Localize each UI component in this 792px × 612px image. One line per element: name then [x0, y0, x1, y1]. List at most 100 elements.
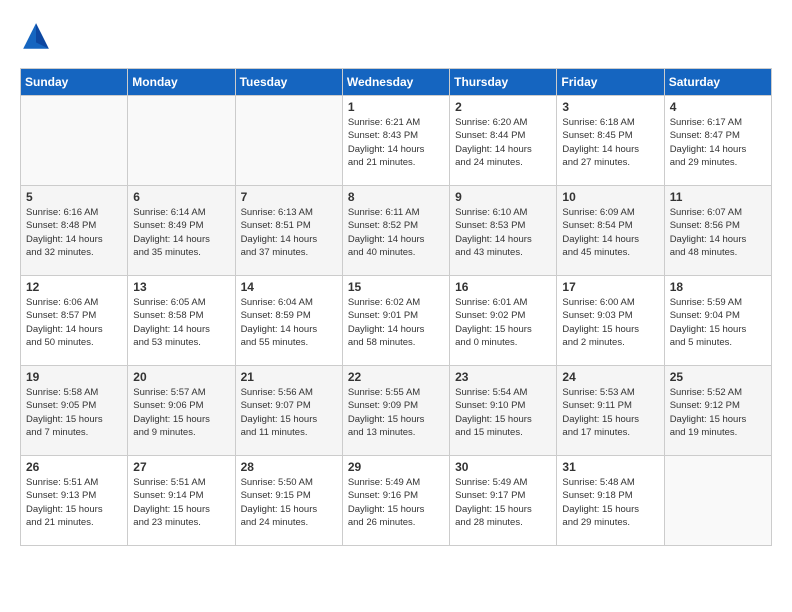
logo-icon [20, 20, 52, 52]
cell-content: Sunrise: 6:09 AM Sunset: 8:54 PM Dayligh… [562, 206, 658, 259]
calendar-cell: 4 Sunrise: 6:17 AM Sunset: 8:47 PM Daylig… [664, 96, 771, 186]
day-number: 11 [670, 190, 766, 204]
cell-content: Sunrise: 6:01 AM Sunset: 9:02 PM Dayligh… [455, 296, 551, 349]
calendar-cell: 2 Sunrise: 6:20 AM Sunset: 8:44 PM Daylig… [450, 96, 557, 186]
cell-content: Sunrise: 6:04 AM Sunset: 8:59 PM Dayligh… [241, 296, 337, 349]
calendar-cell: 14 Sunrise: 6:04 AM Sunset: 8:59 PM Dayli… [235, 276, 342, 366]
cell-content: Sunrise: 6:10 AM Sunset: 8:53 PM Dayligh… [455, 206, 551, 259]
calendar-cell: 16 Sunrise: 6:01 AM Sunset: 9:02 PM Dayli… [450, 276, 557, 366]
day-header-friday: Friday [557, 69, 664, 96]
day-number: 13 [133, 280, 229, 294]
cell-content: Sunrise: 6:13 AM Sunset: 8:51 PM Dayligh… [241, 206, 337, 259]
cell-content: Sunrise: 6:07 AM Sunset: 8:56 PM Dayligh… [670, 206, 766, 259]
day-number: 1 [348, 100, 444, 114]
cell-content: Sunrise: 5:54 AM Sunset: 9:10 PM Dayligh… [455, 386, 551, 439]
calendar-cell: 10 Sunrise: 6:09 AM Sunset: 8:54 PM Dayli… [557, 186, 664, 276]
day-number: 22 [348, 370, 444, 384]
cell-content: Sunrise: 6:18 AM Sunset: 8:45 PM Dayligh… [562, 116, 658, 169]
calendar-cell: 25Sunrise: 5:52 AM Sunset: 9:12 PM Dayli… [664, 366, 771, 456]
calendar-cell [21, 96, 128, 186]
calendar-cell: 18 Sunrise: 5:59 AM Sunset: 9:04 PM Dayli… [664, 276, 771, 366]
calendar-cell: 15Sunrise: 6:02 AM Sunset: 9:01 PM Dayli… [342, 276, 449, 366]
day-header-tuesday: Tuesday [235, 69, 342, 96]
calendar-cell: 23 Sunrise: 5:54 AM Sunset: 9:10 PM Dayli… [450, 366, 557, 456]
day-number: 20 [133, 370, 229, 384]
calendar-cell: 20 Sunrise: 5:57 AM Sunset: 9:06 PM Dayli… [128, 366, 235, 456]
calendar-cell: 6Sunrise: 6:14 AM Sunset: 8:49 PM Daylig… [128, 186, 235, 276]
day-header-sunday: Sunday [21, 69, 128, 96]
calendar-cell: 22Sunrise: 5:55 AM Sunset: 9:09 PM Dayli… [342, 366, 449, 456]
week-row-3: 12 Sunrise: 6:06 AM Sunset: 8:57 PM Dayli… [21, 276, 772, 366]
day-number: 4 [670, 100, 766, 114]
cell-content: Sunrise: 5:57 AM Sunset: 9:06 PM Dayligh… [133, 386, 229, 439]
calendar-cell: 21 Sunrise: 5:56 AM Sunset: 9:07 PM Dayli… [235, 366, 342, 456]
day-number: 7 [241, 190, 337, 204]
day-number: 10 [562, 190, 658, 204]
day-header-saturday: Saturday [664, 69, 771, 96]
cell-content: Sunrise: 5:58 AM Sunset: 9:05 PM Dayligh… [26, 386, 122, 439]
calendar-cell: 29Sunrise: 5:49 AM Sunset: 9:16 PM Dayli… [342, 456, 449, 546]
cell-content: Sunrise: 5:53 AM Sunset: 9:11 PM Dayligh… [562, 386, 658, 439]
day-number: 2 [455, 100, 551, 114]
cell-content: Sunrise: 5:52 AM Sunset: 9:12 PM Dayligh… [670, 386, 766, 439]
logo [20, 20, 56, 52]
calendar-cell: 17Sunrise: 6:00 AM Sunset: 9:03 PM Dayli… [557, 276, 664, 366]
day-number: 18 [670, 280, 766, 294]
cell-content: Sunrise: 5:50 AM Sunset: 9:15 PM Dayligh… [241, 476, 337, 529]
calendar-cell: 28 Sunrise: 5:50 AM Sunset: 9:15 PM Dayli… [235, 456, 342, 546]
calendar-cell: 27Sunrise: 5:51 AM Sunset: 9:14 PM Dayli… [128, 456, 235, 546]
cell-content: Sunrise: 5:59 AM Sunset: 9:04 PM Dayligh… [670, 296, 766, 349]
cell-content: Sunrise: 6:02 AM Sunset: 9:01 PM Dayligh… [348, 296, 444, 349]
calendar-cell: 12 Sunrise: 6:06 AM Sunset: 8:57 PM Dayli… [21, 276, 128, 366]
calendar-cell [235, 96, 342, 186]
cell-content: Sunrise: 6:11 AM Sunset: 8:52 PM Dayligh… [348, 206, 444, 259]
cell-content: Sunrise: 5:49 AM Sunset: 9:17 PM Dayligh… [455, 476, 551, 529]
day-number: 21 [241, 370, 337, 384]
day-header-thursday: Thursday [450, 69, 557, 96]
calendar-header: SundayMondayTuesdayWednesdayThursdayFrid… [21, 69, 772, 96]
cell-content: Sunrise: 6:05 AM Sunset: 8:58 PM Dayligh… [133, 296, 229, 349]
cell-content: Sunrise: 6:17 AM Sunset: 8:47 PM Dayligh… [670, 116, 766, 169]
calendar-cell [128, 96, 235, 186]
calendar-cell: 26 Sunrise: 5:51 AM Sunset: 9:13 PM Dayli… [21, 456, 128, 546]
calendar-cell: 30 Sunrise: 5:49 AM Sunset: 9:17 PM Dayli… [450, 456, 557, 546]
day-number: 3 [562, 100, 658, 114]
day-number: 17 [562, 280, 658, 294]
calendar-cell: 13 Sunrise: 6:05 AM Sunset: 8:58 PM Dayli… [128, 276, 235, 366]
calendar-table: SundayMondayTuesdayWednesdayThursdayFrid… [20, 68, 772, 546]
cell-content: Sunrise: 5:48 AM Sunset: 9:18 PM Dayligh… [562, 476, 658, 529]
cell-content: Sunrise: 6:20 AM Sunset: 8:44 PM Dayligh… [455, 116, 551, 169]
day-number: 28 [241, 460, 337, 474]
day-number: 8 [348, 190, 444, 204]
day-number: 16 [455, 280, 551, 294]
cell-content: Sunrise: 6:06 AM Sunset: 8:57 PM Dayligh… [26, 296, 122, 349]
day-number: 9 [455, 190, 551, 204]
cell-content: Sunrise: 5:49 AM Sunset: 9:16 PM Dayligh… [348, 476, 444, 529]
day-number: 23 [455, 370, 551, 384]
day-number: 5 [26, 190, 122, 204]
day-number: 19 [26, 370, 122, 384]
calendar-cell: 11 Sunrise: 6:07 AM Sunset: 8:56 PM Dayli… [664, 186, 771, 276]
calendar-cell [664, 456, 771, 546]
week-row-1: 1Sunrise: 6:21 AM Sunset: 8:43 PM Daylig… [21, 96, 772, 186]
cell-content: Sunrise: 6:14 AM Sunset: 8:49 PM Dayligh… [133, 206, 229, 259]
week-row-5: 26 Sunrise: 5:51 AM Sunset: 9:13 PM Dayli… [21, 456, 772, 546]
cell-content: Sunrise: 5:51 AM Sunset: 9:13 PM Dayligh… [26, 476, 122, 529]
day-number: 26 [26, 460, 122, 474]
calendar-cell: 5Sunrise: 6:16 AM Sunset: 8:48 PM Daylig… [21, 186, 128, 276]
cell-content: Sunrise: 5:51 AM Sunset: 9:14 PM Dayligh… [133, 476, 229, 529]
day-header-monday: Monday [128, 69, 235, 96]
day-number: 30 [455, 460, 551, 474]
week-row-2: 5Sunrise: 6:16 AM Sunset: 8:48 PM Daylig… [21, 186, 772, 276]
calendar-cell: 7 Sunrise: 6:13 AM Sunset: 8:51 PM Daylig… [235, 186, 342, 276]
page-header [20, 20, 772, 52]
day-number: 14 [241, 280, 337, 294]
calendar-cell: 31Sunrise: 5:48 AM Sunset: 9:18 PM Dayli… [557, 456, 664, 546]
cell-content: Sunrise: 5:56 AM Sunset: 9:07 PM Dayligh… [241, 386, 337, 439]
calendar-cell: 1Sunrise: 6:21 AM Sunset: 8:43 PM Daylig… [342, 96, 449, 186]
calendar-cell: 3 Sunrise: 6:18 AM Sunset: 8:45 PM Daylig… [557, 96, 664, 186]
day-number: 12 [26, 280, 122, 294]
day-number: 24 [562, 370, 658, 384]
calendar-cell: 19 Sunrise: 5:58 AM Sunset: 9:05 PM Dayli… [21, 366, 128, 456]
day-header-wednesday: Wednesday [342, 69, 449, 96]
